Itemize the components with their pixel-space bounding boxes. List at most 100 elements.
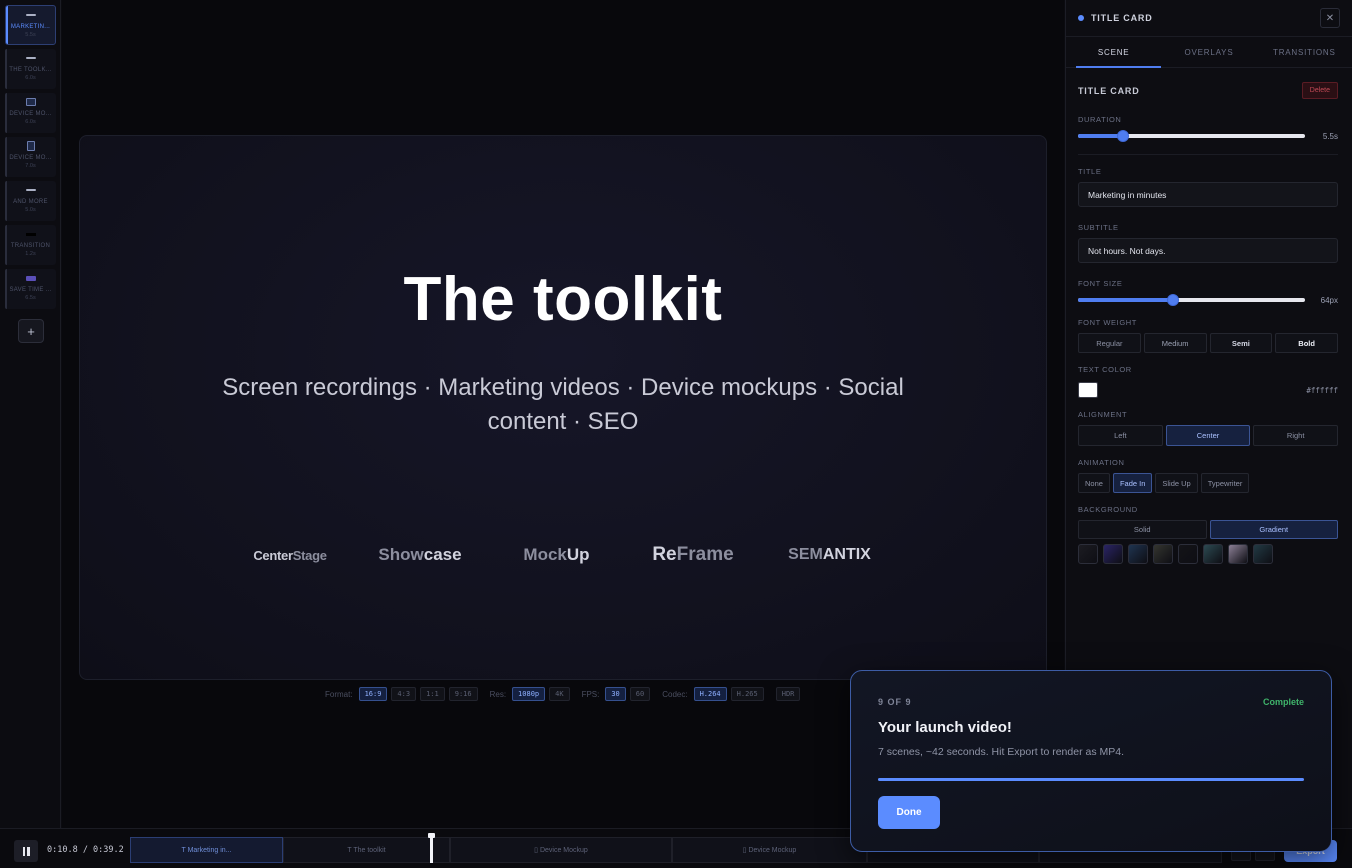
scene-name: SAVE TIME ... (9, 287, 52, 293)
logo-text: Up (566, 545, 590, 564)
pause-icon (27, 846, 30, 856)
animation-label: ANIMATION (1078, 458, 1125, 467)
format-16-9[interactable]: 16:9 (358, 687, 388, 701)
logo-text: case (423, 545, 462, 564)
clip-device-mockup-1[interactable]: ▯ Device Mockup (450, 837, 672, 863)
background-swatch-4[interactable] (1153, 544, 1173, 564)
bg-gradient[interactable]: Gradient (1209, 520, 1338, 539)
pause-button[interactable] (14, 840, 38, 862)
text-color-hex[interactable]: #ffffff (1306, 386, 1338, 395)
scene-thumb-3[interactable]: DEVICE MO... 6.0s (5, 93, 56, 133)
background-type-group: Solid Gradient (1078, 520, 1338, 539)
format-1-1[interactable]: 1:1 (420, 687, 445, 701)
fps-60[interactable]: 60 (629, 687, 651, 701)
scene-name: THE TOOLK... (9, 67, 52, 73)
slider-handle[interactable] (1117, 130, 1130, 142)
subtitle-input[interactable]: Not hours. Not days. (1078, 238, 1338, 263)
tour-progress-bar (878, 778, 1304, 781)
bg-solid[interactable]: Solid (1078, 520, 1207, 539)
scene-thumb-5[interactable]: AND MORE 5.0s (5, 181, 56, 221)
scene-thumb-2[interactable]: THE TOOLK... 6.0s (5, 49, 56, 89)
time-readout: 0:10.8 / 0:39.2 (47, 845, 124, 855)
add-scene-button[interactable]: + (18, 319, 44, 343)
align-right[interactable]: Right (1253, 425, 1339, 446)
tab-scene[interactable]: SCENE (1066, 37, 1162, 68)
slider-handle[interactable] (1167, 294, 1180, 306)
background-swatch-7[interactable] (1228, 544, 1248, 564)
preview-canvas[interactable]: The toolkit Screen recordings · Marketin… (79, 135, 1047, 680)
delete-scene-button[interactable]: Delete (1301, 82, 1338, 99)
close-icon: ✕ (1325, 12, 1335, 24)
background-swatch-2[interactable] (1103, 544, 1123, 564)
scene-thumb-6[interactable]: TRANSITION 1.2s (5, 225, 56, 265)
duration-value: 5.5s (1322, 131, 1338, 141)
codec-h264[interactable]: H.264 (693, 687, 727, 701)
duration-slider[interactable] (1078, 130, 1305, 142)
clip-toolkit[interactable]: T The toolkit (283, 837, 450, 863)
codec-h265[interactable]: H.265 (730, 687, 764, 701)
close-panel-button[interactable]: ✕ (1320, 8, 1340, 28)
format-9-16[interactable]: 9:16 (448, 687, 478, 701)
scene-name: AND MORE (13, 199, 48, 205)
scene-thumb-7[interactable]: SAVE TIME ... 6.5s (5, 269, 56, 309)
scene-name: MARKETIN... (10, 24, 51, 30)
done-button[interactable]: Done (878, 796, 940, 829)
background-swatch-8[interactable] (1253, 544, 1273, 564)
fps-30[interactable]: 30 (605, 687, 626, 701)
tab-transitions[interactable]: TRANSITIONS (1257, 37, 1352, 67)
logo-semantix: SEMANTIX (761, 546, 899, 564)
panel-title: TITLE CARD (1091, 13, 1153, 23)
slider-fill (1078, 298, 1174, 302)
hdr-toggle[interactable]: HDR (775, 687, 801, 701)
pause-icon (22, 846, 25, 856)
weight-regular[interactable]: Regular (1078, 333, 1141, 353)
res-1080p[interactable]: 1080p (512, 687, 546, 701)
text-color-row: #ffffff (1078, 380, 1338, 400)
divider (1078, 154, 1338, 155)
align-left[interactable]: Left (1078, 425, 1163, 446)
weight-bold[interactable]: Bold (1275, 333, 1338, 353)
logo-showcase: Showcase (353, 545, 488, 565)
scene-duration: 6.5s (25, 295, 36, 301)
res-4k[interactable]: 4K (549, 687, 570, 701)
scene-name: DEVICE MO... (9, 111, 52, 117)
weight-semi[interactable]: Semi (1209, 333, 1273, 353)
clip-marketing[interactable]: T Marketing in... (130, 837, 283, 863)
anim-typewriter[interactable]: Typewriter (1200, 473, 1250, 493)
logo-reframe: ReFrame (626, 544, 761, 566)
align-center[interactable]: Center (1165, 425, 1251, 446)
logo-mockup: MockUp (488, 545, 626, 565)
logo-text: Center (253, 547, 293, 563)
title-input[interactable]: Marketing in minutes (1078, 182, 1338, 207)
scene-list: MARKETIN... 5.5s THE TOOLK... 6.0s DEVIC… (0, 0, 61, 828)
section-header: TITLE CARD Delete (1078, 80, 1338, 101)
clip-device-mockup-2[interactable]: ▯ Device Mockup (672, 837, 867, 863)
scene-duration: 7.0s (25, 163, 36, 169)
anim-fade-in[interactable]: Fade In (1112, 473, 1153, 493)
text-color-swatch[interactable] (1078, 382, 1098, 398)
playhead[interactable] (428, 833, 436, 863)
panel-header: TITLE CARD ✕ (1066, 0, 1352, 37)
scene-duration: 6.0s (25, 75, 36, 81)
scene-thumb-1[interactable]: MARKETIN... 5.5s (5, 5, 56, 45)
weight-medium[interactable]: Medium (1143, 333, 1207, 353)
anim-slide-up[interactable]: Slide Up (1155, 473, 1198, 493)
alignment-label: ALIGNMENT (1078, 410, 1128, 419)
scene-thumb-4[interactable]: DEVICE MO... 7.0s (5, 137, 56, 177)
background-swatch-6[interactable] (1203, 544, 1223, 564)
scene-duration: 5.0s (25, 207, 36, 213)
font-size-slider[interactable] (1078, 294, 1305, 306)
anim-none[interactable]: None (1078, 473, 1110, 493)
tab-overlays[interactable]: OVERLAYS (1161, 37, 1256, 67)
text-color-label: TEXT COLOR (1078, 365, 1132, 374)
format-4-3[interactable]: 4:3 (391, 687, 417, 701)
background-swatch-5[interactable] (1178, 544, 1198, 564)
card-header: 9 OF 9 Complete (878, 697, 1304, 707)
background-swatches (1078, 544, 1338, 564)
background-swatch-3[interactable] (1128, 544, 1148, 564)
logo-text: Show (378, 545, 424, 564)
background-swatch-1[interactable] (1078, 544, 1098, 564)
logo-text: SEM (788, 546, 823, 563)
logo-text: Frame (676, 544, 734, 565)
scene-name: DEVICE MO... (9, 155, 52, 161)
